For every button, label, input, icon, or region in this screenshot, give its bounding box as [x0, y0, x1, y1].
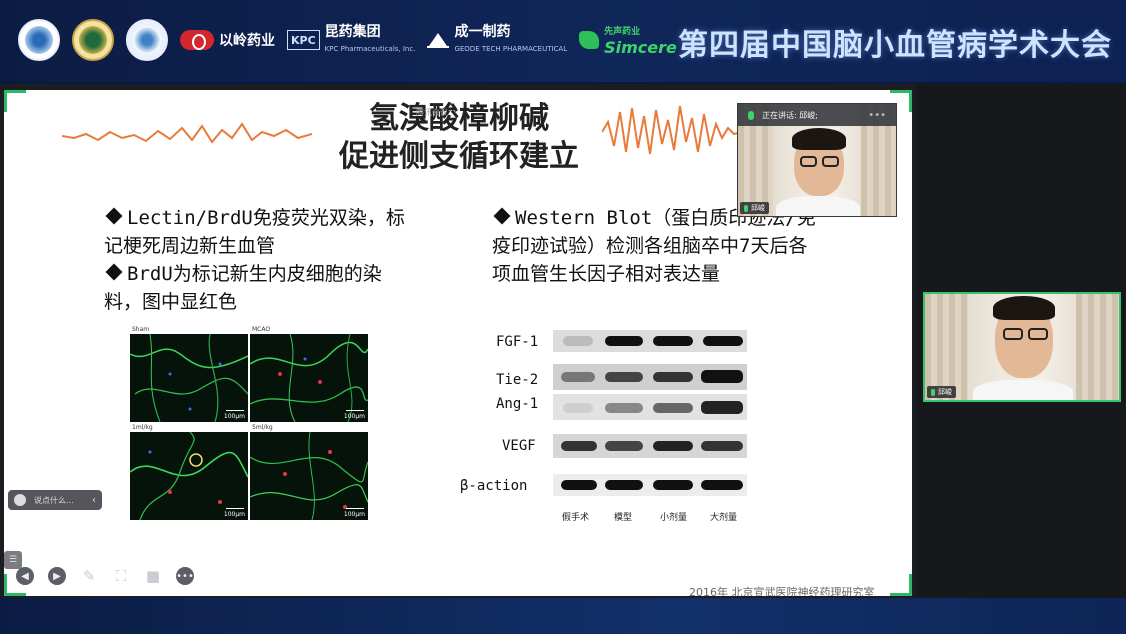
decorative-wave-left: [62, 122, 312, 144]
slide-title: 腾讯会议 氢溴酸樟柳碱 促进侧支循环建立: [339, 101, 579, 174]
screenshot-icon[interactable]: ⛶: [112, 567, 130, 585]
protein-label: VEGF: [502, 438, 536, 454]
society-seal-icon: [18, 19, 60, 61]
scale-bar: [346, 409, 364, 411]
group-label: 模型: [614, 513, 633, 523]
microscopy-panel-high-dose: 100μm: [250, 432, 368, 520]
protein-label: FGF-1: [496, 334, 539, 350]
mic-icon: [748, 110, 754, 120]
simcere-logo-icon: [579, 31, 600, 49]
speaking-indicator: 正在讲话: 邱峻; •••: [738, 104, 896, 126]
micro-label: MCAO: [252, 326, 271, 333]
scale-bar: [226, 507, 244, 509]
group-label: 小剂量: [660, 513, 688, 523]
chengyi-logo-icon: [427, 32, 450, 48]
slide-toolbar: ◀ ▶ ✎ ⛶ ■ •••: [16, 567, 194, 585]
protein-label: β-action: [460, 478, 528, 494]
blot-row-fgf1: [553, 330, 747, 352]
more-icon[interactable]: •••: [868, 110, 886, 121]
participant-name-tag: 邱峻: [740, 202, 769, 214]
diamond-bullet-icon: [493, 207, 511, 225]
protein-label: Tie-2: [496, 372, 539, 388]
scale-bar: [346, 507, 364, 509]
slide-corner: [890, 574, 912, 596]
decorative-wave-right: [602, 105, 742, 155]
micro-label: 1ml/kg: [132, 424, 153, 431]
conference-banner: 以岭药业 KPC 昆药集团 KPC Pharmaceuticals, Inc. …: [0, 0, 1126, 82]
microscopy-panel-low-dose: 100μm: [130, 432, 248, 520]
participant-name-tag: 邱峻: [927, 386, 956, 398]
emoji-icon[interactable]: [14, 494, 26, 506]
diamond-bullet-icon: [105, 207, 123, 225]
next-page-icon[interactable]: ▶: [48, 567, 66, 585]
sponsor-kpc: KPC 昆药集团 KPC Pharmaceuticals, Inc.: [287, 24, 415, 57]
scale-bar: [226, 409, 244, 411]
protein-label: Ang-1: [496, 396, 539, 412]
institute-seal-icon: [126, 19, 168, 61]
previous-page-icon[interactable]: ◀: [16, 567, 34, 585]
chevron-left-icon[interactable]: ‹: [92, 495, 96, 506]
slide-credit: 2016年 北京宣武医院神经药理研究室: [689, 586, 875, 596]
microscopy-panel-mcao: 100μm: [250, 334, 368, 422]
camera-icon[interactable]: ■: [144, 567, 162, 585]
micro-label: 5ml/kg: [252, 424, 273, 431]
mic-icon: [744, 204, 748, 212]
group-label: 大剂量: [710, 513, 738, 523]
sponsor-logos: 以岭药业 KPC 昆药集团 KPC Pharmaceuticals, Inc. …: [18, 18, 677, 62]
group-label: 假手术: [562, 513, 590, 523]
blot-row-vegf: [553, 434, 747, 458]
conference-title: 第四届中国脑小血管病学术大会: [678, 28, 1112, 63]
sponsor-yiling: 以岭药业: [180, 30, 275, 50]
sponsor-simcere: 先声药业 Simcere: [579, 24, 677, 56]
active-speaker-video[interactable]: 正在讲话: 邱峻; ••• 邱峻: [737, 103, 897, 217]
slide-corner: [4, 90, 26, 112]
microscopy-panel-sham: 100μm: [130, 334, 248, 422]
kpc-logo-icon: KPC: [287, 30, 320, 50]
chat-input-pill[interactable]: 说点什么... ‹: [8, 490, 102, 510]
blot-row-ang1: [553, 394, 747, 420]
left-bullet-list: Lectin/BrdU免疫荧光双染，标记梗死周边新生血管 BrdU为标记新生内皮…: [104, 204, 414, 316]
association-seal-icon: [72, 19, 114, 61]
blot-row-beta-action: [553, 474, 747, 496]
pen-icon[interactable]: ✎: [80, 567, 98, 585]
bottom-banner: [0, 598, 1126, 634]
participant-video[interactable]: 邱峻: [923, 292, 1121, 402]
bullet-item: BrdU为标记新生内皮细胞的染料，图中显红色: [104, 263, 382, 313]
yiling-logo-icon: [180, 30, 214, 50]
diamond-bullet-icon: [105, 263, 123, 281]
blot-row-tie2: [553, 364, 747, 390]
bullet-item: Lectin/BrdU免疫荧光双染，标记梗死周边新生血管: [104, 207, 405, 257]
sponsor-chengyi: 成一制药 GEODE TECH PHARMACEUTICAL: [427, 24, 567, 57]
meeting-window: 以岭药业 KPC 昆药集团 KPC Pharmaceuticals, Inc. …: [0, 0, 1126, 634]
micro-label: Sham: [132, 326, 150, 333]
more-options-icon[interactable]: •••: [176, 567, 194, 585]
mic-icon: [931, 388, 935, 396]
